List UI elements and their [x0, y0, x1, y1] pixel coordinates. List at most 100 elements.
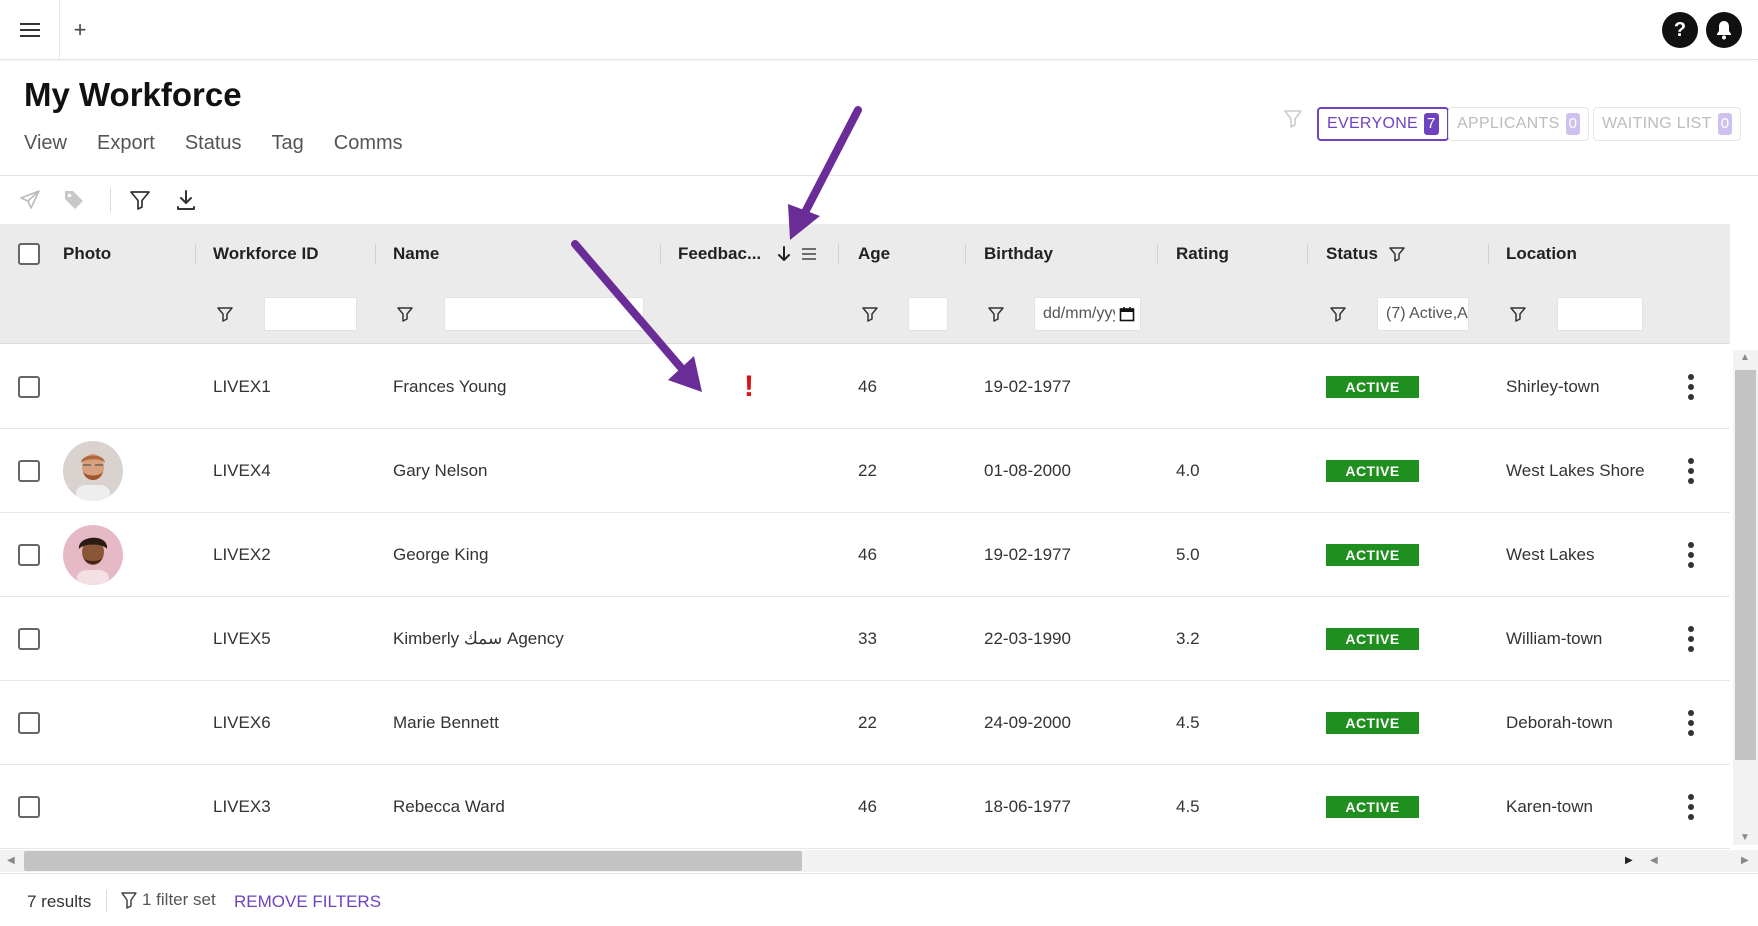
column-header-birthday[interactable]: Birthday: [984, 224, 1053, 284]
birthday-filter-input[interactable]: dd/mm/yyyy: [1034, 284, 1141, 344]
top-bar: + ?: [0, 0, 1758, 60]
table-row[interactable]: LIVEX2 George King 46 19-02-1977 5.0 ACT…: [0, 513, 1730, 597]
avatar[interactable]: [63, 513, 123, 597]
row-checkbox[interactable]: [18, 429, 40, 513]
row-actions-kebab-icon[interactable]: [1687, 429, 1695, 513]
column-separator: [660, 244, 661, 264]
filter-icon[interactable]: [126, 186, 154, 214]
cell-name[interactable]: Kimberly سمك Agency: [393, 597, 564, 681]
status-badge: ACTIVE: [1326, 460, 1419, 482]
row-actions-kebab-icon[interactable]: [1687, 345, 1695, 429]
scroll-right-arrow-icon[interactable]: ▶: [1741, 855, 1749, 866]
menu-view[interactable]: View: [24, 132, 67, 155]
menu-comms[interactable]: Comms: [334, 132, 403, 155]
table-row[interactable]: LIVEX1 Frances Young ! 46 19-02-1977 ACT…: [0, 345, 1730, 429]
header-menu: View Export Status Tag Comms: [24, 132, 403, 155]
cell-birthday: 24-09-2000: [984, 713, 1071, 732]
cell-name[interactable]: Rebecca Ward: [393, 765, 505, 849]
segment-everyone[interactable]: EVERYONE 7: [1317, 107, 1449, 141]
cell-rating: 5.0: [1176, 545, 1200, 564]
column-header-name[interactable]: Name: [393, 224, 439, 284]
send-message-icon[interactable]: [16, 186, 44, 214]
workforce-id-filter-input[interactable]: [264, 284, 357, 344]
column-separator: [965, 244, 966, 264]
column-header-location[interactable]: Location: [1506, 224, 1577, 284]
menu-export[interactable]: Export: [97, 132, 155, 155]
scroll-right-arrow-icon[interactable]: ▶: [1625, 855, 1633, 866]
name-filter-icon[interactable]: [395, 284, 415, 344]
column-separator: [1157, 244, 1158, 264]
status-filter-icon[interactable]: [1328, 284, 1348, 344]
status-column-filter-icon[interactable]: [1388, 224, 1406, 284]
feedback-alert-icon[interactable]: !: [744, 345, 754, 429]
scroll-left-arrow-icon[interactable]: ◀: [7, 855, 15, 866]
grid-filter-row: dd/mm/yyyy (7) Active,Active: [0, 284, 1730, 344]
location-filter-input[interactable]: [1557, 284, 1643, 344]
cell-name[interactable]: Gary Nelson: [393, 429, 487, 513]
column-header-workforce-id[interactable]: Workforce ID: [213, 224, 319, 284]
location-filter-icon[interactable]: [1508, 284, 1528, 344]
horizontal-scrollbar-thumb[interactable]: [24, 851, 802, 871]
remove-filters-link[interactable]: REMOVE FILTERS: [234, 892, 381, 912]
row-checkbox[interactable]: [18, 681, 40, 765]
table-row[interactable]: LIVEX3 Rebecca Ward 46 18-06-1977 4.5 AC…: [0, 765, 1730, 849]
sort-descending-icon[interactable]: [776, 224, 792, 284]
tag-icon[interactable]: [60, 186, 88, 214]
segment-everyone-count: 7: [1424, 113, 1439, 135]
scroll-left-arrow-icon[interactable]: ◀: [1650, 855, 1658, 866]
help-button[interactable]: ?: [1662, 12, 1698, 48]
row-checkbox[interactable]: [18, 765, 40, 849]
cell-name[interactable]: Marie Bennett: [393, 681, 499, 765]
scroll-down-arrow-icon[interactable]: ▼: [1740, 832, 1750, 843]
avatar[interactable]: [63, 429, 123, 513]
age-filter-input[interactable]: [908, 284, 948, 344]
cell-workforce-id: LIVEX6: [213, 713, 271, 732]
column-separator: [1488, 244, 1489, 264]
name-filter-input[interactable]: [444, 284, 644, 344]
download-icon[interactable]: [172, 186, 200, 214]
workforce-id-filter-icon[interactable]: [215, 284, 235, 344]
column-header-status[interactable]: Status: [1326, 224, 1378, 284]
scroll-up-arrow-icon[interactable]: ▲: [1740, 352, 1750, 363]
birthday-filter-icon[interactable]: [986, 284, 1006, 344]
cell-name[interactable]: George King: [393, 513, 488, 597]
cell-location: Karen-town: [1506, 797, 1593, 816]
segment-filter-icon[interactable]: [1282, 108, 1304, 135]
column-separator: [375, 244, 376, 264]
segment-applicants[interactable]: APPLICANTS 0: [1448, 107, 1590, 141]
cell-birthday: 22-03-1990: [984, 629, 1071, 648]
row-checkbox[interactable]: [18, 345, 40, 429]
row-actions-kebab-icon[interactable]: [1687, 681, 1695, 765]
column-menu-icon[interactable]: [801, 224, 817, 284]
cell-workforce-id: LIVEX1: [213, 377, 271, 396]
cell-rating: 4.0: [1176, 461, 1200, 480]
column-header-age[interactable]: Age: [858, 224, 890, 284]
cell-rating: 4.5: [1176, 713, 1200, 732]
segment-waiting-list[interactable]: WAITING LIST 0: [1593, 107, 1742, 141]
column-header-rating[interactable]: Rating: [1176, 224, 1229, 284]
row-actions-kebab-icon[interactable]: [1687, 597, 1695, 681]
select-all-checkbox[interactable]: [18, 224, 40, 284]
cell-name[interactable]: Frances Young: [393, 345, 506, 429]
add-icon[interactable]: +: [60, 0, 100, 60]
age-filter-icon[interactable]: [860, 284, 880, 344]
notifications-bell-icon[interactable]: [1706, 12, 1742, 48]
grid-header-row: Photo Workforce ID Name Feedbac... Age B…: [0, 224, 1730, 284]
status-badge: ACTIVE: [1326, 544, 1419, 566]
table-row[interactable]: LIVEX5 Kimberly سمك Agency 33 22-03-1990…: [0, 597, 1730, 681]
table-row[interactable]: LIVEX6 Marie Bennett 22 24-09-2000 4.5 A…: [0, 681, 1730, 765]
menu-status[interactable]: Status: [185, 132, 242, 155]
row-checkbox[interactable]: [18, 513, 40, 597]
row-actions-kebab-icon[interactable]: [1687, 765, 1695, 849]
table-row[interactable]: LIVEX4 Gary Nelson 22 01-08-2000 4.0 ACT…: [0, 429, 1730, 513]
hamburger-menu-icon[interactable]: [0, 0, 60, 60]
menu-tag[interactable]: Tag: [272, 132, 304, 155]
cell-location: Shirley-town: [1506, 377, 1600, 396]
vertical-scrollbar-thumb[interactable]: [1735, 370, 1756, 760]
row-actions-kebab-icon[interactable]: [1687, 513, 1695, 597]
calendar-icon[interactable]: [1119, 306, 1135, 322]
row-checkbox[interactable]: [18, 597, 40, 681]
column-header-photo[interactable]: Photo: [63, 224, 111, 284]
status-filter-input[interactable]: (7) Active,Active: [1377, 284, 1469, 344]
column-header-feedback[interactable]: Feedbac...: [678, 224, 761, 284]
